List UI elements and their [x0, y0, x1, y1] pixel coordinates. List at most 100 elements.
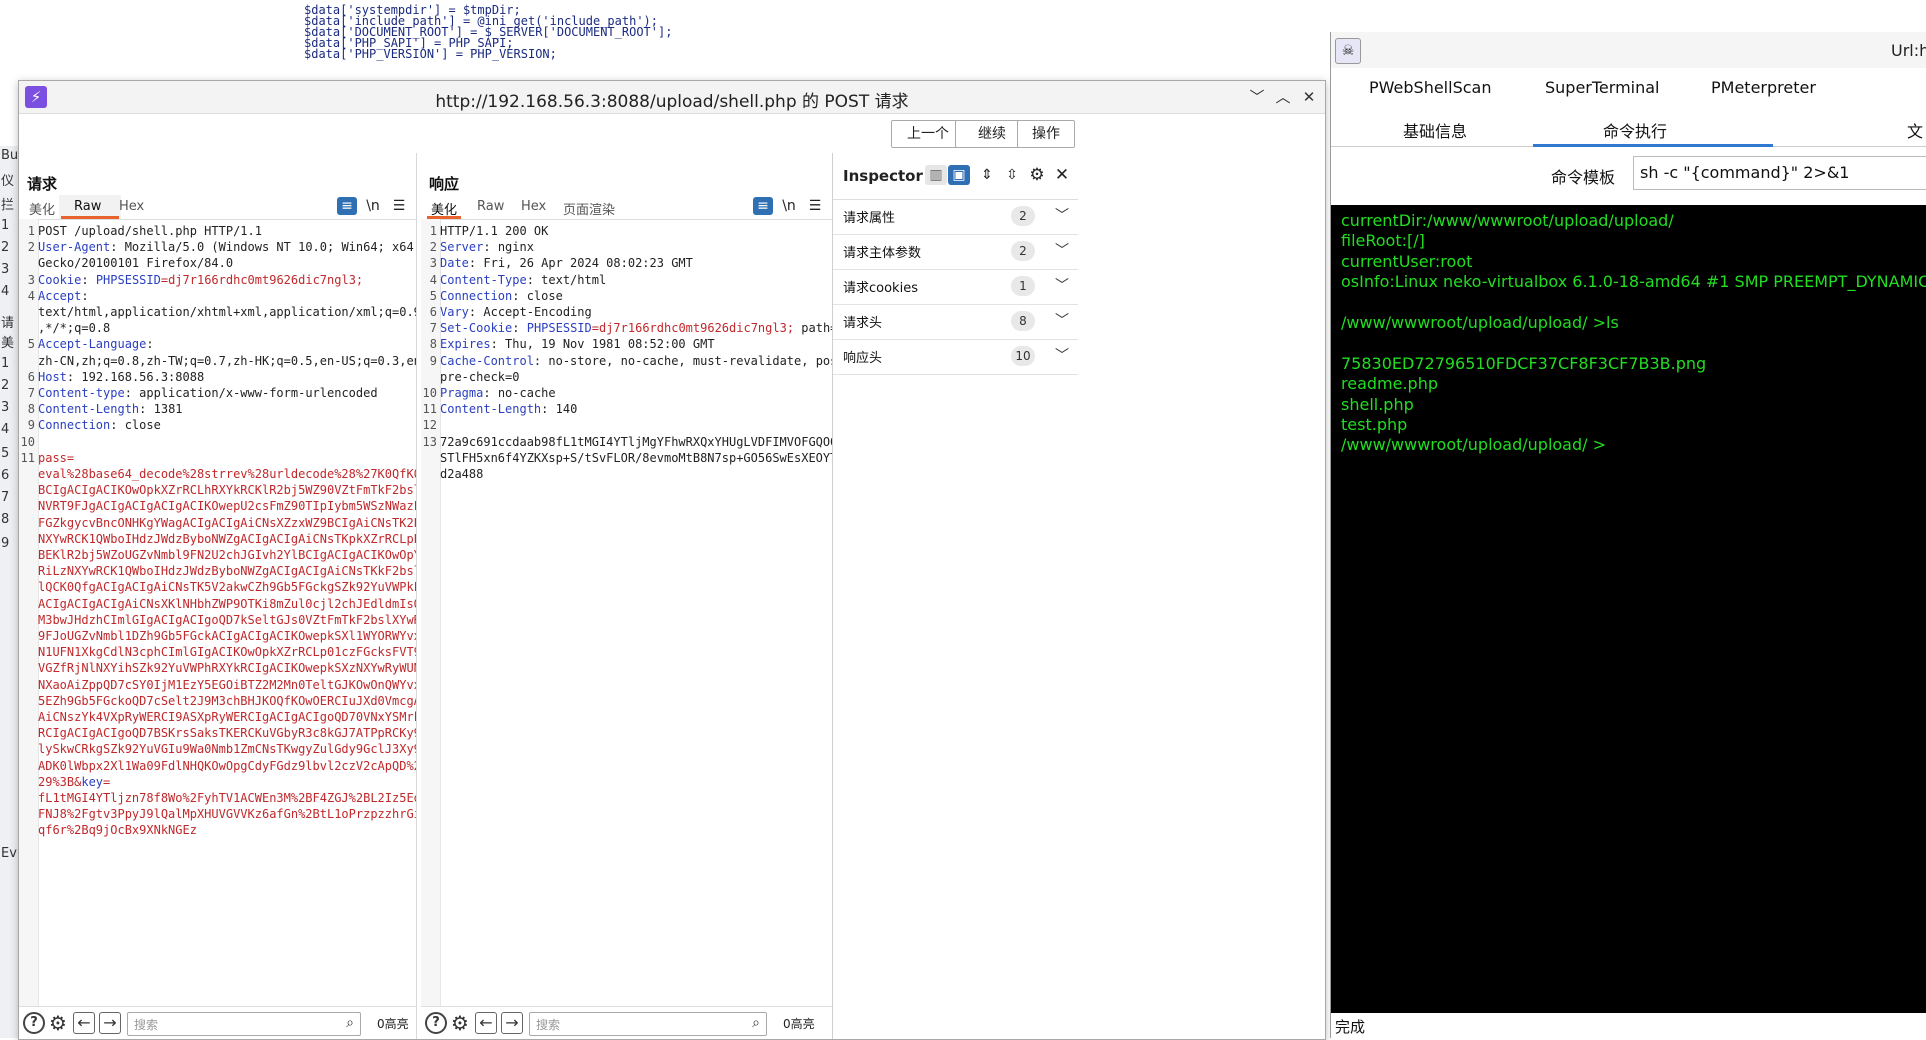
response-search-input[interactable]: 搜索 ⌕	[529, 1012, 767, 1036]
terminal-line: currentDir:/www/wwwroot/upload/upload/	[1341, 211, 1674, 230]
search-icon: ⌕	[346, 1015, 354, 1031]
terminal-line: /www/wwwroot/upload/upload/ >ls	[1341, 313, 1619, 332]
highlight-count: 0高亮	[377, 1017, 409, 1031]
code-line: Accept-Language:	[38, 337, 154, 352]
code-line: d2a488	[440, 467, 484, 481]
menu-superterminal[interactable]: SuperTerminal	[1545, 78, 1660, 97]
code-line: Cookie: PHPSESSID=dj7r166rdhc0mt9626dic7…	[38, 272, 364, 287]
code-line: Host: 192.168.56.3:8088	[38, 369, 205, 384]
tab-basic-info[interactable]: 基础信息	[1403, 118, 1467, 142]
tab-pretty[interactable]: 美化	[29, 199, 55, 218]
line-number: 5	[27, 337, 35, 352]
forward-arrow-icon[interactable]: →	[501, 1012, 523, 1034]
tab-hex[interactable]: Hex	[521, 199, 546, 214]
code-line: ,*/*;q=0.8	[38, 321, 111, 336]
help-icon[interactable]: ?	[23, 1012, 45, 1034]
inspector-layout-left-icon[interactable]: ▥	[925, 165, 947, 185]
newline-icon[interactable]: \n	[363, 197, 383, 215]
collapse-all-icon[interactable]: ⇳	[1001, 165, 1023, 185]
wrap-lines-icon[interactable]: ≡	[337, 197, 357, 215]
inspector-row[interactable]: 请求主体参数 2 ﹀	[833, 234, 1078, 270]
response-pane: 响应 美化 Raw Hex 页面渲染 ≡ \n ☰ 1 HTTP/1.1 200 …	[421, 153, 833, 1039]
chevron-down-icon[interactable]: ﹀	[1055, 240, 1069, 260]
tab-raw[interactable]: Raw	[477, 199, 504, 214]
window-titlebar[interactable]: ⚡ http://192.168.56.3:8088/upload/shell.…	[19, 81, 1325, 114]
line-number: 11	[20, 450, 35, 465]
inspector-row[interactable]: 响应头 10 ﹀	[833, 339, 1078, 375]
code-line: POST /upload/shell.php HTTP/1.1	[38, 224, 262, 238]
chevron-down-icon[interactable]: ﹀	[1055, 275, 1069, 295]
strip-label: 1	[1, 356, 10, 371]
settings-gear-icon[interactable]: ⚙	[449, 1012, 471, 1034]
menu-icon[interactable]: ☰	[389, 197, 409, 215]
expand-all-icon[interactable]: ⇕	[976, 165, 998, 185]
minimize-icon[interactable]: ﹀	[1245, 85, 1269, 109]
response-editor[interactable]: 1 HTTP/1.1 200 OK 2 Server: nginx 3 Date: Fri…	[421, 219, 832, 1007]
inspector-row[interactable]: 请求头 8 ﹀	[833, 304, 1078, 340]
menu-pmeterpreter[interactable]: PMeterpreter	[1711, 78, 1816, 97]
tab-hex[interactable]: Hex	[119, 199, 144, 214]
code-line: STlFH5xn6f4YZKXsp+S/tSvFLOR/8evmoMtB8N7s…	[440, 450, 832, 465]
command-template-input[interactable]: sh -c "{command}" 2>&1	[1633, 156, 1926, 190]
menu-icon[interactable]: ☰	[805, 197, 825, 215]
prev-button[interactable]: 上一个	[891, 120, 965, 148]
webshell-titlebar: ☠ Url:h	[1331, 32, 1926, 68]
tab-file[interactable]: 文	[1907, 118, 1923, 142]
code-line: ACIgACIgACIgAiCNsXKlNHbhZWP9OTKi8mZul0cj…	[38, 596, 416, 611]
webshell-logo-icon: ☠	[1335, 38, 1361, 64]
menu-pwebshellscan[interactable]: PWebShellScan	[1369, 78, 1491, 97]
code-line: pass=	[38, 450, 75, 465]
line-number: 12	[422, 418, 437, 433]
action-button[interactable]: 操作	[1017, 120, 1075, 148]
request-editor[interactable]: 1 POST /upload/shell.php HTTP/1.1 2 User-Ag…	[19, 219, 416, 1007]
strip-label: 3	[1, 262, 10, 277]
strip-label: 仪	[1, 174, 15, 189]
command-template-label: 命令模板	[1551, 168, 1616, 187]
back-arrow-icon[interactable]: ←	[475, 1012, 497, 1034]
request-search-input[interactable]: 搜索 ⌕	[127, 1012, 361, 1036]
wrap-lines-icon[interactable]: ≡	[753, 197, 773, 215]
code-line: Set-Cookie: PHPSESSID=dj7r166rdhc0mt9626…	[440, 321, 832, 336]
code-line: 72a9c691ccdaab98fL1tMGI4YTljMgYFhwRXQxYH…	[440, 434, 832, 449]
strip-label: 请	[1, 316, 15, 331]
strip-label: Ev	[1, 846, 17, 861]
inspector-row[interactable]: 请求cookies 1 ﹀	[833, 269, 1078, 305]
close-icon[interactable]: ✕	[1297, 85, 1321, 109]
forward-arrow-icon[interactable]: →	[99, 1012, 121, 1034]
settings-gear-icon[interactable]: ⚙	[47, 1012, 69, 1034]
help-icon[interactable]: ?	[425, 1012, 447, 1034]
inspector-row-label: 响应头	[843, 351, 883, 366]
inspector-row[interactable]: 请求属性 2 ﹀	[833, 199, 1078, 235]
tab-raw[interactable]: Raw	[74, 199, 101, 214]
inspector-close-icon[interactable]: ✕	[1051, 165, 1073, 185]
line-number: 8	[429, 337, 437, 352]
terminal-output[interactable]: currentDir:/www/wwwroot/upload/upload/fi…	[1331, 205, 1926, 1013]
line-number: 8	[27, 402, 35, 417]
back-arrow-icon[interactable]: ←	[73, 1012, 95, 1034]
code-line: User-Agent: Mozilla/5.0 (Windows NT 10.0…	[38, 240, 416, 255]
strip-label: 美	[1, 336, 15, 351]
line-number: 13	[422, 434, 437, 449]
line-number: 5	[429, 288, 437, 303]
code-line: Connection: close	[440, 288, 563, 303]
code-line: AiCNszYk4VXpRyWERCI9ASXpRyWERCIgACIgACIg…	[38, 710, 416, 724]
inspector-settings-icon[interactable]: ⚙	[1026, 165, 1048, 185]
inspector-layout-right-icon[interactable]: ▣	[948, 165, 970, 185]
tab-render[interactable]: 页面渲染	[563, 199, 615, 218]
code-line: Content-Type: text/html	[440, 272, 607, 287]
code-line: Date: Fri, 26 Apr 2024 08:02:23 GMT	[440, 256, 693, 271]
inspector-row-count: 8	[1011, 311, 1035, 331]
chevron-down-icon[interactable]: ﹀	[1055, 310, 1069, 330]
chevron-down-icon[interactable]: ﹀	[1055, 345, 1069, 365]
line-number: 2	[27, 240, 35, 255]
newline-icon[interactable]: \n	[779, 197, 799, 215]
line-number: 7	[27, 386, 35, 400]
search-placeholder: 搜索	[134, 1018, 159, 1032]
response-title: 响应	[429, 175, 460, 193]
line-number: 1	[429, 224, 437, 238]
chevron-down-icon[interactable]: ﹀	[1055, 205, 1069, 225]
tab-command-exec[interactable]: 命令执行	[1603, 118, 1667, 142]
code-line: zh-CN,zh;q=0.8,zh-TW;q=0.7,zh-HK;q=0.5,e…	[38, 353, 416, 368]
maximize-icon[interactable]: ︿	[1271, 85, 1295, 109]
strip-label: 5	[1, 446, 10, 461]
